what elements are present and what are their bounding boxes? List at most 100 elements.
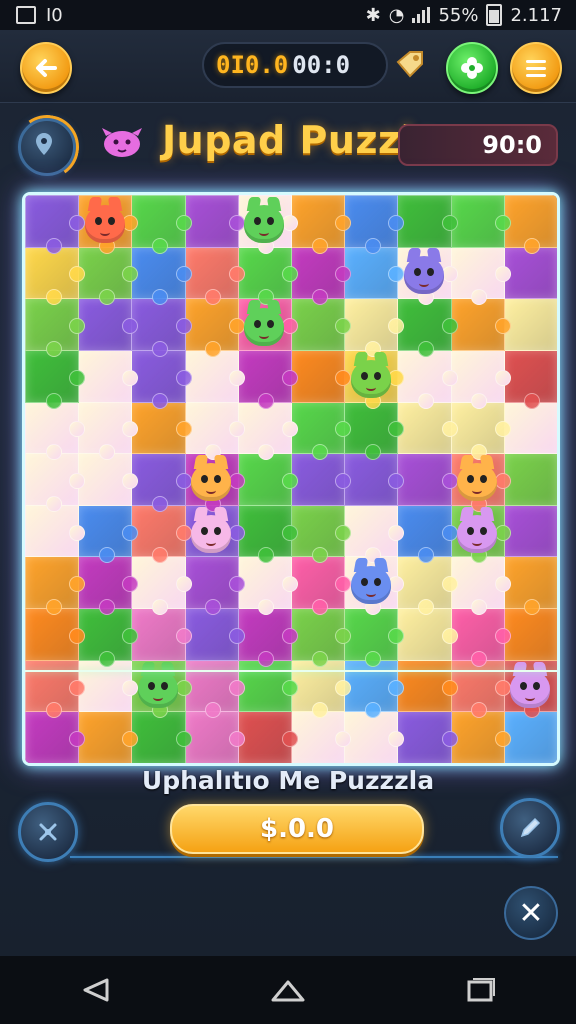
- puzzle-piece[interactable]: [25, 246, 86, 306]
- puzzle-piece[interactable]: [397, 608, 458, 661]
- puzzle-piece[interactable]: [344, 298, 405, 357]
- puzzle-piece[interactable]: [78, 298, 139, 351]
- puzzle-piece[interactable]: [237, 659, 298, 713]
- puzzle-piece[interactable]: [450, 349, 511, 409]
- puzzle-piece[interactable]: [503, 401, 557, 455]
- nav-recents-button[interactable]: [450, 970, 510, 1010]
- puzzle-piece[interactable]: [503, 195, 557, 254]
- puzzle-piece[interactable]: [450, 401, 511, 461]
- puzzle-piece[interactable]: [450, 298, 511, 351]
- puzzle-piece[interactable]: [131, 401, 192, 455]
- puzzle-piece[interactable]: [25, 711, 86, 763]
- puzzle-piece[interactable]: [503, 298, 557, 351]
- puzzle-piece[interactable]: [78, 556, 139, 616]
- puzzle-piece[interactable]: [78, 608, 139, 667]
- puzzle-piece[interactable]: [397, 711, 458, 763]
- puzzle-piece[interactable]: [237, 556, 298, 616]
- puzzle-piece[interactable]: [78, 349, 139, 403]
- close-button[interactable]: ✕: [504, 886, 558, 940]
- puzzle-piece[interactable]: [131, 298, 192, 357]
- puzzle-piece[interactable]: [78, 246, 139, 306]
- puzzle-piece[interactable]: [397, 195, 458, 248]
- puzzle-piece[interactable]: [237, 711, 298, 763]
- puzzle-piece[interactable]: [131, 195, 192, 254]
- puzzle-piece[interactable]: [184, 349, 245, 403]
- puzzle-piece[interactable]: [291, 349, 352, 403]
- puzzle-piece[interactable]: [450, 711, 511, 763]
- nav-back-button[interactable]: [66, 970, 126, 1010]
- puzzle-piece[interactable]: [25, 608, 86, 661]
- tools-button[interactable]: [18, 802, 78, 862]
- puzzle-piece[interactable]: [237, 401, 298, 461]
- puzzle-piece[interactable]: [25, 659, 86, 719]
- puzzle-piece[interactable]: [184, 298, 245, 357]
- puzzle-piece[interactable]: [397, 556, 458, 616]
- puzzle-piece[interactable]: [237, 453, 298, 506]
- puzzle-piece[interactable]: [131, 453, 192, 512]
- puzzle-piece[interactable]: [184, 401, 245, 461]
- compass-icon[interactable]: [18, 118, 76, 176]
- puzzle-piece[interactable]: [291, 298, 352, 351]
- nav-home-button[interactable]: [258, 970, 318, 1010]
- puzzle-piece[interactable]: [237, 504, 298, 564]
- menu-button[interactable]: [510, 42, 562, 94]
- puzzle-piece[interactable]: [131, 556, 192, 616]
- puzzle-piece[interactable]: [344, 608, 405, 667]
- puzzle-piece[interactable]: [397, 453, 458, 506]
- puzzle-piece[interactable]: [78, 504, 139, 564]
- puzzle-piece[interactable]: [25, 504, 86, 558]
- puzzle-piece[interactable]: [450, 246, 511, 306]
- puzzle-piece[interactable]: [344, 504, 405, 564]
- puzzle-piece[interactable]: [78, 401, 139, 461]
- puzzle-piece[interactable]: [237, 246, 298, 306]
- puzzle-piece[interactable]: [503, 504, 557, 558]
- puzzle-piece[interactable]: [291, 504, 352, 564]
- puzzle-piece[interactable]: [291, 401, 352, 461]
- puzzle-piece[interactable]: [503, 556, 557, 616]
- back-button[interactable]: [20, 42, 72, 94]
- puzzle-piece[interactable]: [450, 659, 511, 719]
- puzzle-piece[interactable]: [25, 349, 86, 409]
- puzzle-piece[interactable]: [291, 608, 352, 667]
- puzzle-board[interactable]: [22, 192, 560, 766]
- puzzle-piece[interactable]: [397, 659, 458, 713]
- puzzle-piece[interactable]: [131, 711, 192, 763]
- puzzle-piece[interactable]: [237, 608, 298, 667]
- puzzle-piece[interactable]: [291, 711, 352, 763]
- puzzle-piece[interactable]: [291, 246, 352, 306]
- puzzle-piece[interactable]: [291, 195, 352, 254]
- puzzle-piece[interactable]: [344, 246, 405, 300]
- price-tag-icon[interactable]: [392, 48, 426, 82]
- puzzle-piece[interactable]: [503, 453, 557, 506]
- puzzle-piece[interactable]: [397, 298, 458, 357]
- puzzle-piece[interactable]: [291, 453, 352, 506]
- puzzle-piece[interactable]: [25, 401, 86, 461]
- puzzle-piece[interactable]: [397, 349, 458, 409]
- puzzle-piece[interactable]: [237, 349, 298, 409]
- puzzle-piece[interactable]: [397, 401, 458, 455]
- puzzle-piece[interactable]: [131, 349, 192, 409]
- puzzle-piece[interactable]: [503, 711, 557, 763]
- puzzle-piece[interactable]: [25, 556, 86, 616]
- puzzle-piece[interactable]: [78, 711, 139, 763]
- puzzle-piece[interactable]: [397, 504, 458, 564]
- hint-button[interactable]: [446, 42, 498, 94]
- puzzle-piece[interactable]: [344, 401, 405, 461]
- puzzle-piece[interactable]: [25, 195, 86, 254]
- puzzle-piece[interactable]: [184, 556, 245, 616]
- puzzle-piece[interactable]: [344, 711, 405, 763]
- puzzle-piece[interactable]: [344, 453, 405, 506]
- puzzle-piece[interactable]: [78, 453, 139, 506]
- puzzle-piece[interactable]: [450, 195, 511, 248]
- puzzle-piece[interactable]: [503, 246, 557, 300]
- puzzle-piece[interactable]: [184, 195, 245, 248]
- puzzle-piece[interactable]: [184, 246, 245, 306]
- edit-button[interactable]: [500, 798, 560, 858]
- puzzle-piece[interactable]: [503, 349, 557, 409]
- puzzle-piece[interactable]: [503, 608, 557, 661]
- puzzle-piece[interactable]: [291, 556, 352, 616]
- puzzle-piece[interactable]: [184, 711, 245, 763]
- puzzle-piece[interactable]: [131, 608, 192, 661]
- puzzle-piece[interactable]: [291, 659, 352, 719]
- puzzle-piece[interactable]: [450, 556, 511, 616]
